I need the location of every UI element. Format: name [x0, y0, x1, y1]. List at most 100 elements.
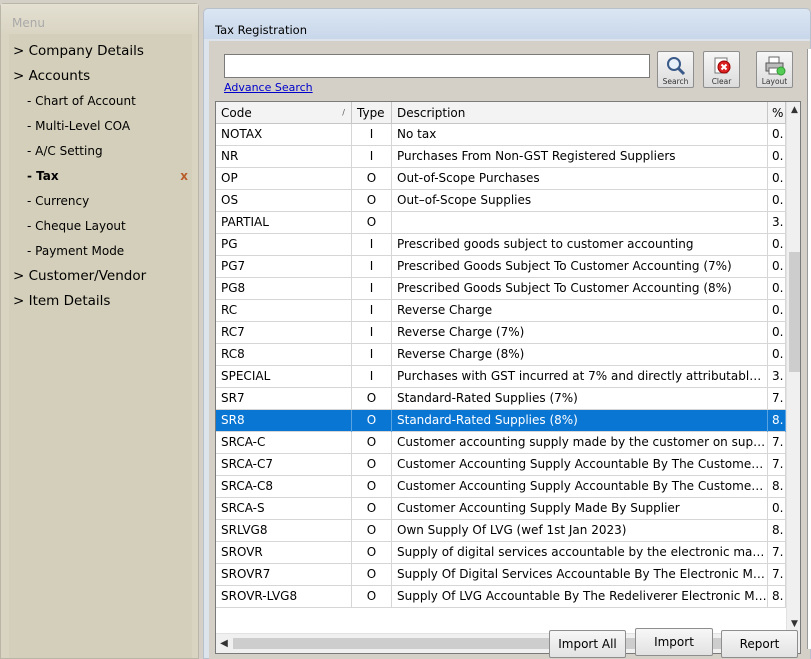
cell-type: I [352, 256, 392, 278]
cell-type: O [352, 498, 392, 520]
menu-item-label: - Multi-Level COA [27, 119, 131, 133]
cell-code: SRCA-C8 [216, 476, 352, 498]
vertical-scroll-thumb[interactable] [789, 252, 800, 372]
cell-type: O [352, 520, 392, 542]
magnifier-icon [667, 57, 686, 76]
import-button[interactable]: Import [635, 628, 713, 656]
search-button-label: Search [662, 77, 689, 86]
cell-description: Supply of digital services accountable b… [392, 542, 768, 564]
table-row[interactable]: PG8 I Prescribed Goods Subject To Customer… [216, 278, 786, 300]
menu-item-chart-of-account[interactable]: - Chart of Account [9, 90, 192, 112]
table-row[interactable]: PG I Prescribed goods subject to customer … [216, 234, 786, 256]
cell-description: Customer Accounting Supply Made By Suppl… [392, 498, 768, 520]
table-row[interactable]: RC8 I Reverse Charge (8%) 0. [216, 344, 786, 366]
cell-description: Prescribed goods subject to customer acc… [392, 234, 768, 256]
cell-code: SRCA-C [216, 432, 352, 454]
layout-button[interactable]: Layout [756, 51, 793, 88]
cell-type: O [352, 586, 392, 608]
cell-code: NR [216, 146, 352, 168]
cell-percent: 7. [768, 564, 786, 586]
search-input[interactable] [224, 54, 650, 78]
clear-button[interactable]: Clear [703, 51, 740, 88]
menu-item-payment-mode[interactable]: - Payment Mode [9, 240, 192, 262]
cell-code: OS [216, 190, 352, 212]
import-all-button[interactable]: Import All [549, 630, 626, 658]
menu-item-item-details[interactable]: > Item Details [9, 290, 192, 312]
column-header-description[interactable]: Description [392, 102, 768, 124]
table-row[interactable]: SRCA-C8 O Customer Accounting Supply Accou… [216, 476, 786, 498]
cell-description: Purchases with GST incurred at 7% and di… [392, 366, 768, 388]
cell-type: I [352, 124, 392, 146]
menu-item-company-details[interactable]: > Company Details [9, 40, 192, 62]
table-row[interactable]: SR8 O Standard-Rated Supplies (8%) 8. [216, 410, 786, 432]
cell-code: SRLVG8 [216, 520, 352, 542]
menu-item-multi-level-coa[interactable]: - Multi-Level COA [9, 115, 192, 137]
search-button[interactable]: Search [657, 51, 694, 88]
cell-code: PG8 [216, 278, 352, 300]
cell-type: I [352, 234, 392, 256]
table-row[interactable]: SRLVG8 O Own Supply Of LVG (wef 1st Jan 20… [216, 520, 786, 542]
table-row[interactable]: SRCA-C7 O Customer Accounting Supply Accou… [216, 454, 786, 476]
table-row[interactable]: PG7 I Prescribed Goods Subject To Customer… [216, 256, 786, 278]
cell-type: O [352, 454, 392, 476]
menu-item-label: - Currency [27, 194, 90, 208]
cell-description: Out–of-Scope Supplies [392, 190, 768, 212]
menu-title: Menu [1, 4, 198, 35]
tax-registration-window: Tax Registration Advance Search Search C… [203, 8, 811, 659]
menu-item-tax[interactable]: - Tax x [9, 165, 192, 187]
column-header-percent[interactable]: % [768, 102, 786, 124]
cell-description: Customer Accounting Supply Accountable B… [392, 476, 768, 498]
window-title: Tax Registration [215, 23, 307, 37]
table-row[interactable]: RC I Reverse Charge 0. [216, 300, 786, 322]
cell-type: O [352, 542, 392, 564]
vertical-scrollbar[interactable]: ▲ ▼ [786, 102, 800, 633]
cell-code: SROVR [216, 542, 352, 564]
cell-description: Supply Of Digital Services Accountable B… [392, 564, 768, 586]
table-row[interactable]: RC7 I Reverse Charge (7%) 0. [216, 322, 786, 344]
menu-item-label: > Accounts [13, 68, 91, 84]
menu-item-label: - Chart of Account [27, 94, 136, 108]
report-button[interactable]: Report [721, 630, 798, 658]
menu-item-customer-vendor[interactable]: > Customer/Vendor [9, 265, 192, 287]
cell-description: Out-of-Scope Purchases [392, 168, 768, 190]
table-row[interactable]: OP O Out-of-Scope Purchases 0. [216, 168, 786, 190]
table-row[interactable]: SROVR O Supply of digital services account… [216, 542, 786, 564]
table-row[interactable]: OS O Out–of-Scope Supplies 0. [216, 190, 786, 212]
cell-percent: 8. [768, 476, 786, 498]
table-row[interactable]: SRCA-S O Customer Accounting Supply Made B… [216, 498, 786, 520]
cell-code: SRCA-C7 [216, 454, 352, 476]
cell-type: I [352, 146, 392, 168]
cell-type: O [352, 432, 392, 454]
menu-item-label: > Company Details [13, 43, 144, 59]
cell-description: Own Supply Of LVG (wef 1st Jan 2023) [392, 520, 768, 542]
menu-item-currency[interactable]: - Currency [9, 190, 192, 212]
cell-percent: 0. [768, 146, 786, 168]
table-row[interactable]: NR I Purchases From Non-GST Registered Sup… [216, 146, 786, 168]
cell-description: No tax [392, 124, 768, 146]
advance-search-link[interactable]: Advance Search [224, 81, 313, 94]
close-icon[interactable]: x [180, 165, 188, 187]
menu-item-a-c-setting[interactable]: - A/C Setting [9, 140, 192, 162]
cell-type: I [352, 278, 392, 300]
cell-description: Standard-Rated Supplies (8%) [392, 410, 768, 432]
table-row[interactable]: SROVR7 O Supply Of Digital Services Accoun… [216, 564, 786, 586]
cell-percent: 0. [768, 300, 786, 322]
cell-type: O [352, 564, 392, 586]
tax-code-grid: Code / Type Description % NOTAX I No tax 0.… [215, 101, 801, 654]
scroll-left-icon[interactable]: ◀ [216, 634, 232, 653]
table-row[interactable]: PARTIAL O 3. [216, 212, 786, 234]
menu-item-cheque-layout[interactable]: - Cheque Layout [9, 215, 192, 237]
column-header-code[interactable]: Code / [216, 102, 352, 124]
table-row[interactable]: SROVR-LVG8 O Supply Of LVG Accountable By … [216, 586, 786, 608]
column-header-type[interactable]: Type [352, 102, 392, 124]
menu-item-label: > Item Details [13, 293, 111, 309]
table-row[interactable]: SR7 O Standard-Rated Supplies (7%) 7. [216, 388, 786, 410]
table-row[interactable]: SPECIAL I Purchases with GST incurred at 7… [216, 366, 786, 388]
table-row[interactable]: SRCA-C O Customer accounting supply made b… [216, 432, 786, 454]
cell-percent: 0. [768, 168, 786, 190]
table-row[interactable]: NOTAX I No tax 0. [216, 124, 786, 146]
cell-description: Standard-Rated Supplies (7%) [392, 388, 768, 410]
cell-type: O [352, 190, 392, 212]
scroll-up-icon[interactable]: ▲ [787, 102, 800, 119]
menu-item-accounts[interactable]: > Accounts [9, 65, 192, 87]
